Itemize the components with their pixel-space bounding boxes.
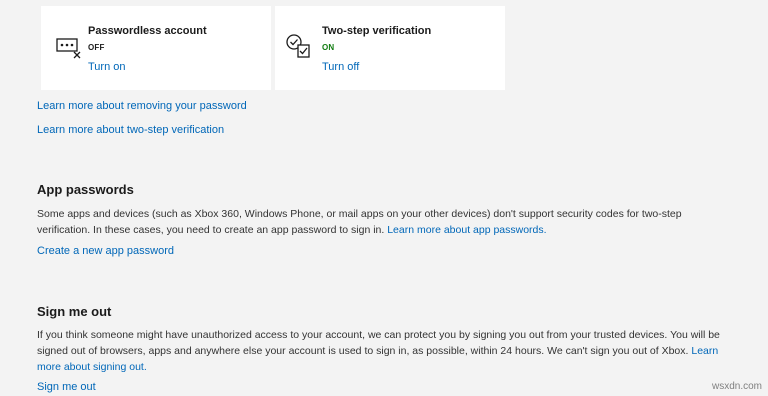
passwordless-title: Passwordless account — [88, 25, 207, 37]
sign-out-text: If you think someone might have unauthor… — [37, 329, 720, 357]
sign-me-out-heading: Sign me out — [37, 304, 112, 319]
turn-off-link[interactable]: Turn off — [322, 61, 359, 73]
app-passwords-text: Some apps and devices (such as Xbox 360,… — [37, 208, 682, 236]
security-page: Passwordless account OFF Turn on Two-ste… — [0, 0, 768, 396]
watermark: wsxdn.com — [711, 381, 762, 392]
verified-check-icon — [285, 33, 313, 66]
learn-remove-password-link[interactable]: Learn more about removing your password — [37, 100, 247, 112]
passwordless-status: OFF — [88, 43, 105, 52]
learn-app-passwords-link[interactable]: Learn more about app passwords. — [387, 224, 546, 236]
app-passwords-heading: App passwords — [37, 182, 134, 197]
turn-on-link[interactable]: Turn on — [88, 61, 126, 73]
create-app-password-link[interactable]: Create a new app password — [37, 245, 174, 257]
two-step-status: ON — [322, 43, 335, 52]
learn-two-step-link[interactable]: Learn more about two-step verification — [37, 124, 224, 136]
two-step-card: Two-step verification ON Turn off — [275, 6, 505, 90]
password-dots-icon — [56, 38, 82, 65]
sign-me-out-link[interactable]: Sign me out — [37, 381, 96, 393]
sign-out-description: If you think someone might have unauthor… — [37, 327, 737, 375]
passwordless-card: Passwordless account OFF Turn on — [41, 6, 271, 90]
app-passwords-description: Some apps and devices (such as Xbox 360,… — [37, 206, 737, 238]
two-step-title: Two-step verification — [322, 25, 432, 37]
